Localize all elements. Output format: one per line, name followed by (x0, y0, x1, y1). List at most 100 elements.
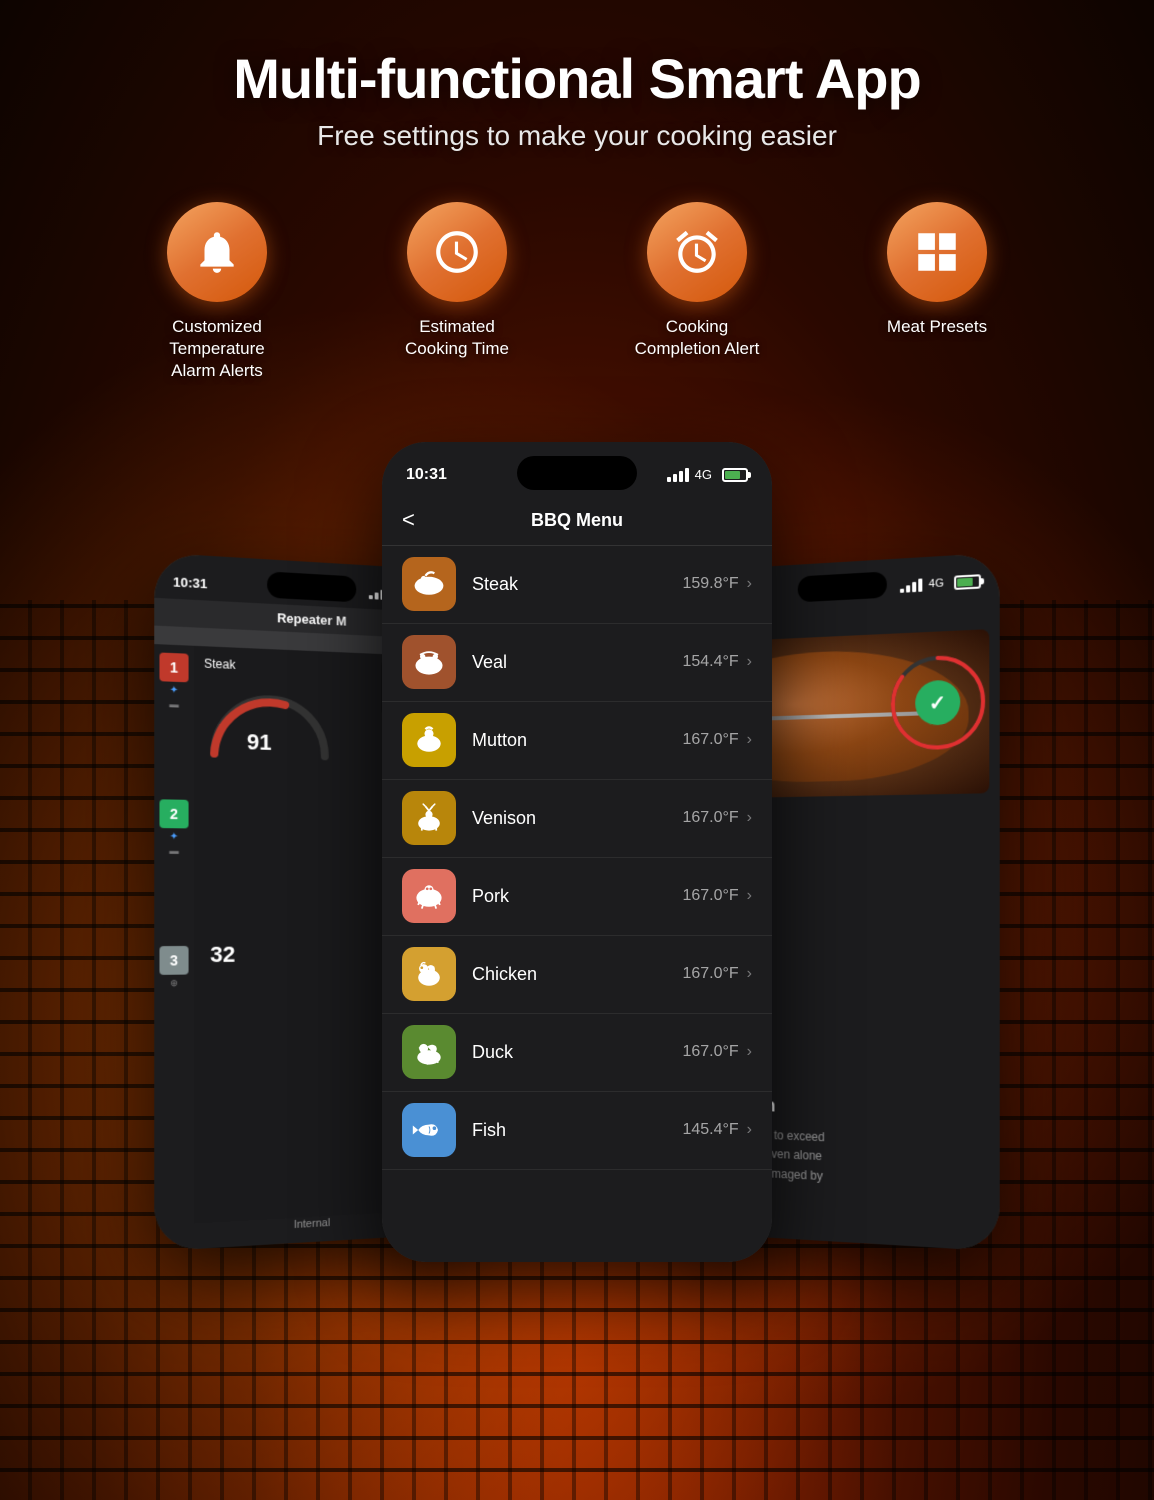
center-signal-3 (679, 471, 683, 482)
probe-1-label: 1 ✦ ▬ (158, 652, 189, 710)
duck-icon (411, 1034, 447, 1070)
mutton-name: Mutton (472, 730, 682, 751)
right-signal-1 (900, 588, 904, 592)
right-signal-3 (912, 581, 916, 591)
internal-text: Internal (294, 1217, 330, 1231)
center-signal-1 (667, 477, 671, 482)
mutton-icon-box (402, 713, 456, 767)
venison-icon (411, 800, 447, 836)
page-subtitle: Free settings to make your cooking easie… (0, 120, 1154, 152)
probe-2-label: 2 ✦ ▬ (158, 799, 189, 856)
probe-1-arc: 91 (204, 677, 335, 762)
steak-temp: 159.8°F (682, 575, 738, 593)
center-phone: 10:31 4G (382, 442, 772, 1262)
probe-2-bt-icon: ✦ (170, 831, 179, 842)
probe-2-number: 2 (159, 799, 188, 828)
center-phone-status-icons: 4G (667, 467, 748, 482)
feature-cooking-time: EstimatedCooking Time (367, 202, 547, 382)
grid-icon-circle (887, 202, 987, 302)
probe-2-battery: ▬ (169, 845, 178, 855)
fish-name: Fish (472, 1120, 682, 1141)
center-battery-fill (725, 471, 740, 479)
veal-temp: 154.4°F (682, 653, 738, 671)
fish-icon (411, 1112, 447, 1148)
menu-item-veal[interactable]: Veal 154.4°F › (382, 624, 772, 702)
steak-icon (411, 566, 447, 602)
venison-icon-box (402, 791, 456, 845)
menu-item-mutton[interactable]: Mutton 167.0°F › (382, 702, 772, 780)
chicken-icon (411, 956, 447, 992)
pork-chevron: › (747, 887, 752, 905)
pork-temp: 167.0°F (682, 887, 738, 905)
feature-completion-alert: CookingCompletion Alert (607, 202, 787, 382)
left-phone-time: 10:31 (173, 574, 207, 591)
probe-3-icon: ⊕ (170, 978, 178, 989)
right-4g-label: 4G (929, 577, 944, 590)
probe-1-bt-icon: ✦ (170, 685, 179, 697)
right-signal-2 (906, 585, 910, 592)
veal-name: Veal (472, 652, 682, 673)
menu-item-steak[interactable]: Steak 159.8°F › (382, 546, 772, 624)
menu-item-pork[interactable]: Pork 167.0°F › (382, 858, 772, 936)
feature-completion-alert-label: CookingCompletion Alert (635, 316, 760, 360)
completion-circle-area: ✓ (887, 650, 989, 755)
alarm-icon-circle (167, 202, 267, 302)
venison-temp: 167.0°F (682, 809, 738, 827)
chicken-name: Chicken (472, 964, 682, 985)
probe-1-number: 1 (159, 652, 188, 682)
right-battery-icon (954, 574, 981, 590)
probe-3-number: 3 (159, 946, 188, 975)
center-battery-icon (722, 468, 748, 482)
center-phone-screen: 10:31 4G (382, 442, 772, 1262)
steak-name: Steak (472, 574, 682, 595)
right-signal-bars (900, 578, 922, 592)
steak-label: Steak (204, 656, 235, 672)
alarm-clock-icon (672, 227, 722, 277)
right-signal-4 (919, 578, 923, 591)
feature-alarm: CustomizedTemperatureAlarm Alerts (127, 202, 307, 382)
veal-chevron: › (747, 653, 752, 671)
duck-name: Duck (472, 1042, 682, 1063)
center-phone-dynamic-island (517, 456, 637, 490)
feature-cooking-time-label: EstimatedCooking Time (405, 316, 509, 360)
left-phone-dynamic-island (267, 571, 356, 602)
pork-icon-box (402, 869, 456, 923)
signal-bar-2 (375, 592, 379, 599)
bell-icon (192, 227, 242, 277)
alarm-clock-icon-circle (647, 202, 747, 302)
clock-icon (432, 227, 482, 277)
nav-back-button[interactable]: < (402, 507, 415, 533)
duck-chevron: › (747, 1043, 752, 1061)
center-4g-label: 4G (695, 467, 712, 482)
right-battery-fill (957, 578, 973, 587)
signal-bar-1 (369, 594, 373, 598)
checkmark-icon: ✓ (929, 690, 946, 716)
venison-chevron: › (747, 809, 752, 827)
mutton-temp: 167.0°F (682, 731, 738, 749)
veal-icon (411, 644, 447, 680)
duck-temp: 167.0°F (682, 1043, 738, 1061)
probe-1-battery: ▬ (169, 699, 178, 710)
bbq-nav-bar: < BBQ Menu (382, 496, 772, 546)
menu-item-chicken[interactable]: Chicken 167.0°F › (382, 936, 772, 1014)
probe-1-temp: 91 (247, 729, 272, 756)
clock-icon-circle (407, 202, 507, 302)
steak-icon-box (402, 557, 456, 611)
pork-name: Pork (472, 886, 682, 907)
steak-chevron: › (747, 575, 752, 593)
mutton-chevron: › (747, 731, 752, 749)
venison-name: Venison (472, 808, 682, 829)
fish-icon-box (402, 1103, 456, 1157)
chicken-chevron: › (747, 965, 752, 983)
right-phone-status-icons: 4G (900, 574, 981, 593)
right-phone-dynamic-island (798, 571, 887, 602)
menu-item-duck[interactable]: Duck 167.0°F › (382, 1014, 772, 1092)
menu-item-venison[interactable]: Venison 167.0°F › (382, 780, 772, 858)
duck-icon-box (402, 1025, 456, 1079)
menu-item-fish[interactable]: Fish 145.4°F › (382, 1092, 772, 1170)
probe-labels-column: 1 ✦ ▬ 2 ✦ ▬ 3 ⊕ (154, 644, 193, 1226)
grid-icon (912, 227, 962, 277)
chicken-icon-box (402, 947, 456, 1001)
mutton-icon (411, 722, 447, 758)
center-signal-bars (667, 468, 689, 482)
